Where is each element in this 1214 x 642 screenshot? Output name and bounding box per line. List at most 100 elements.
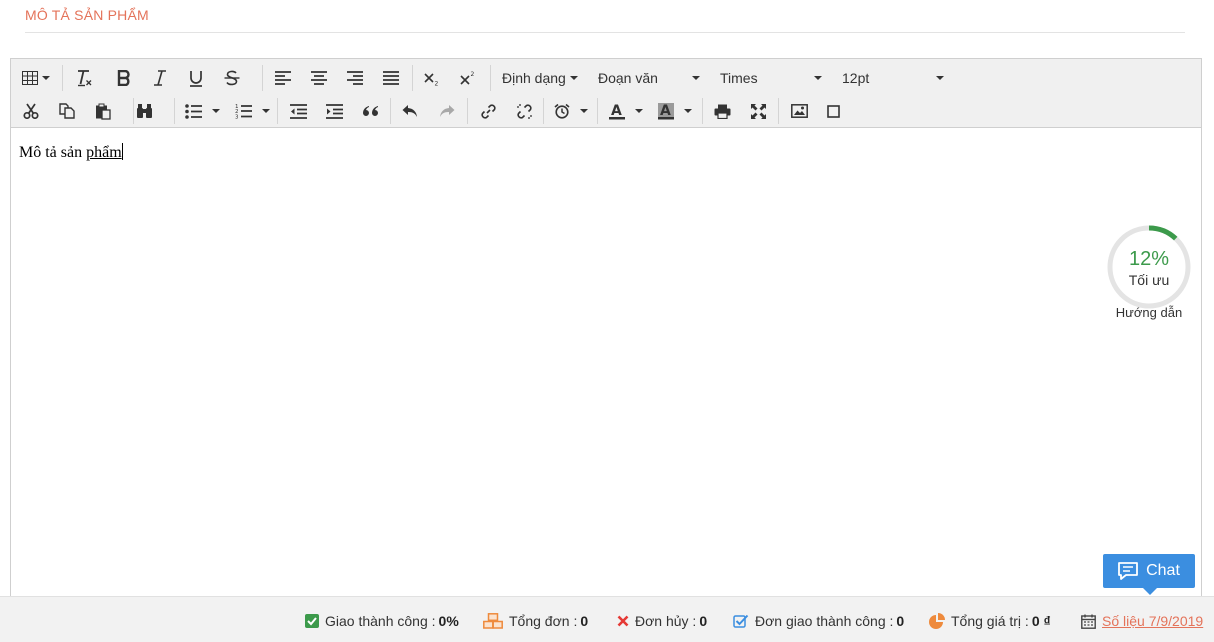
boxes-icon [483,613,503,629]
align-center-button[interactable] [306,65,332,91]
copy-icon [59,103,75,119]
stat-value-label: Tổng giá trị : [951,613,1029,629]
seo-score-widget[interactable]: 12% Tối ưu [1106,224,1192,310]
rich-text-editor[interactable]: 2 2 Định dạng Đoạn văn Times 12pt 1 2 3 … [10,58,1202,618]
bold-icon [117,70,130,86]
order-status-bar: Giao thành công :0% Tổng đơn :0 Đơn hủy … [0,596,1214,642]
text-cursor [121,143,123,160]
toolbar-separator [277,98,278,124]
svg-text:3: 3 [235,115,239,120]
svg-text:2: 2 [435,81,439,87]
paste-button[interactable] [90,98,116,124]
stat-cancel-value: 0 [699,613,708,629]
section-title: MÔ TẢ SẢN PHẨM [25,7,149,23]
link-icon [480,103,496,119]
background-color-button[interactable]: A [654,98,696,124]
toolbar-separator [490,65,491,91]
align-left-button[interactable] [270,65,296,91]
background-color-icon: A [658,102,674,119]
cut-button[interactable] [18,98,44,124]
chevron-down-icon [211,109,220,113]
insert-datetime-button[interactable] [551,98,591,124]
strikethrough-button[interactable] [219,65,245,91]
numbered-list-button[interactable]: 123 [232,98,272,124]
font-size-dropdown-label: 12pt [842,70,870,86]
chat-tail [1143,588,1157,595]
outdent-icon [289,103,307,119]
subscript-icon: 2 [424,73,439,87]
toolbar-row-1: 2 2 Định dạng Đoạn văn Times 12pt [11,62,1201,94]
seo-score-label: Tối ưu [1128,272,1170,288]
font-family-dropdown[interactable]: Times [720,65,822,91]
insert-link-button[interactable] [475,98,501,124]
toolbar-separator [262,65,263,91]
pie-chart-icon [929,613,945,629]
blockquote-button[interactable] [357,98,383,124]
print-button[interactable] [709,98,735,124]
seo-score-percent: 12% [1128,248,1170,270]
bullet-list-button[interactable] [182,98,222,124]
toolbar-row-2: 123 A A [11,95,1201,127]
fullscreen-button[interactable] [745,98,771,124]
printer-icon [714,104,730,119]
stat-total-orders: Tổng đơn :0 [483,613,588,629]
insert-embed-button[interactable] [820,98,846,124]
chat-button[interactable]: Chat [1103,554,1195,595]
insert-image-button[interactable] [786,98,812,124]
align-right-button[interactable] [342,65,368,91]
stat-value-value: 0 ₫ [1031,613,1051,629]
bold-button[interactable] [111,65,137,91]
superscript-button[interactable]: 2 [455,65,481,91]
align-justify-button[interactable] [378,65,404,91]
scissors-icon [23,103,39,119]
align-justify-icon [383,71,399,85]
font-size-dropdown[interactable]: 12pt [842,65,944,91]
redo-button[interactable] [434,98,460,124]
align-center-icon [311,71,327,85]
content-text-misspelled: phẩm [86,144,122,161]
clear-format-icon [78,70,92,87]
format-dropdown[interactable]: Định dạng [502,65,578,91]
content-text: Mô tả sản [19,144,87,161]
image-icon [790,104,808,118]
editor-content[interactable]: Mô tả sản phẩm [19,143,123,162]
undo-button[interactable] [397,98,423,124]
strikethrough-icon [224,70,240,86]
italic-button[interactable] [147,65,173,91]
fullscreen-icon [750,103,766,119]
toolbar-separator [174,98,175,124]
seo-guide-link[interactable]: Hướng dẫn [1108,305,1190,320]
stat-delivered-label: Đơn giao thành công : [755,613,894,629]
toolbar-separator [62,65,63,91]
table-button[interactable] [20,65,52,91]
stat-total-value: 0 [580,613,589,629]
font-family-dropdown-label: Times [720,70,758,86]
chevron-down-icon [261,109,270,113]
toolbar-separator [390,98,391,124]
report-date-link-text[interactable]: Số liệu 7/9/2019 [1102,613,1203,629]
subscript-button[interactable]: 2 [419,65,445,91]
binoculars-icon [136,104,152,118]
unlink-icon [516,103,532,119]
underline-button[interactable] [183,65,209,91]
find-replace-button[interactable] [131,98,157,124]
remove-link-button[interactable] [511,98,537,124]
copy-button[interactable] [54,98,80,124]
chat-icon [1118,562,1138,580]
paragraph-dropdown[interactable]: Đoạn văn [598,65,700,91]
toolbar-separator [702,98,703,124]
clear-format-button[interactable] [71,65,97,91]
redo-icon [440,105,455,117]
format-dropdown-label: Định dạng [502,70,566,86]
text-color-button[interactable]: A [605,98,647,124]
report-date-link[interactable]: Số liệu 7/9/2019 [1081,613,1203,629]
underline-icon [190,70,202,87]
clipboard-icon [96,103,111,120]
indent-button[interactable] [321,98,347,124]
stat-cancelled-orders: Đơn hủy :0 [617,613,707,629]
stat-success-label: Giao thành công : [325,613,436,629]
outdent-button[interactable] [285,98,311,124]
stat-cancel-label: Đơn hủy : [635,613,697,629]
align-left-icon [275,71,291,85]
chevron-down-icon [635,109,643,113]
